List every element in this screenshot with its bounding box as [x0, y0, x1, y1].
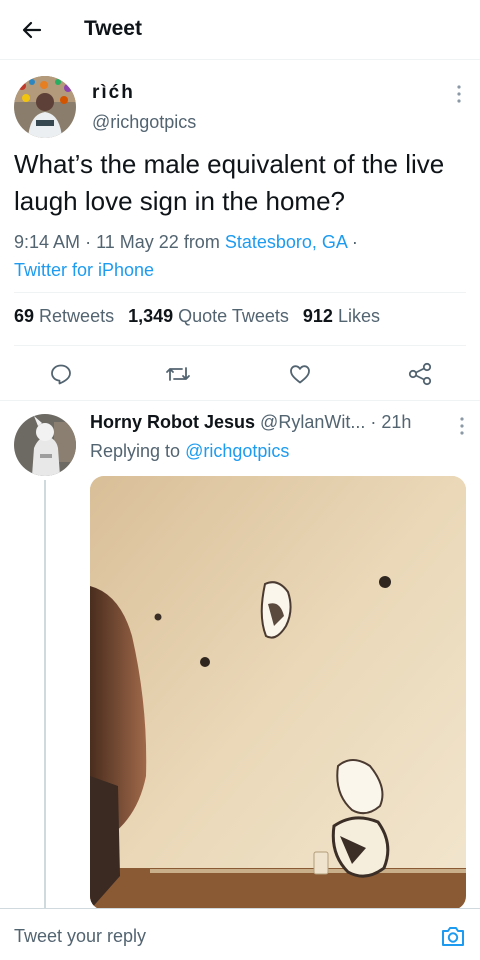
- page-title: Tweet: [84, 17, 142, 40]
- more-options-icon[interactable]: [452, 84, 466, 104]
- from-label: from: [183, 232, 220, 252]
- camera-button[interactable]: [440, 924, 466, 948]
- reply-age[interactable]: 21h: [381, 412, 411, 432]
- tweet-date[interactable]: 11 May 22: [96, 232, 179, 252]
- replying-to: Replying to @richgotpics: [90, 441, 289, 462]
- retweets-stat[interactable]: 69 Retweets: [14, 306, 114, 327]
- share-icon: [408, 362, 432, 386]
- camera-icon: [442, 927, 464, 946]
- tweet-source[interactable]: Twitter for iPhone: [14, 260, 154, 280]
- reply-button[interactable]: [47, 360, 75, 388]
- like-button[interactable]: [286, 360, 314, 388]
- tweet-time[interactable]: 9:14 AM: [14, 232, 80, 252]
- replying-prefix: Replying to: [90, 441, 181, 461]
- meta-separator: ·: [85, 232, 92, 252]
- reply-header: Horny Robot Jesus @RylanWit... · 21h: [90, 412, 460, 433]
- reply-dot: ·: [370, 412, 377, 432]
- author-handle[interactable]: @richgotpics: [92, 112, 196, 133]
- replying-to-handle[interactable]: @richgotpics: [185, 441, 289, 461]
- author-avatar[interactable]: [14, 76, 76, 138]
- share-button[interactable]: [406, 360, 434, 388]
- divider: [14, 292, 466, 293]
- thread-line: [44, 480, 46, 910]
- reply-composer: Tweet your reply: [0, 908, 480, 960]
- top-bar: Tweet: [0, 0, 480, 60]
- reply-author-avatar[interactable]: [14, 414, 76, 476]
- quote-tweets-stat[interactable]: 1,349 Quote Tweets: [128, 306, 289, 327]
- retweet-icon: [166, 367, 190, 381]
- likes-stat[interactable]: 912 Likes: [303, 306, 380, 327]
- tweet-actions: [14, 354, 466, 394]
- tweet-stats: 69 Retweets 1,349 Quote Tweets 912 Likes: [14, 306, 466, 327]
- reply-author-handle[interactable]: @RylanWit...: [260, 412, 365, 432]
- section-divider: [0, 400, 480, 401]
- tweet-meta: 9:14 AM · 11 May 22 from Statesboro, GA …: [14, 228, 466, 284]
- reply-icon: [51, 364, 71, 385]
- tweet-text: What’s the male equivalent of the live l…: [14, 149, 445, 216]
- author-name[interactable]: rìćh: [92, 82, 135, 104]
- retweet-button[interactable]: [164, 360, 192, 388]
- tweet-author: rìćh @richgotpics: [14, 76, 466, 140]
- divider: [14, 345, 466, 346]
- back-button[interactable]: [18, 16, 46, 44]
- reply-more-options-icon[interactable]: [456, 416, 468, 436]
- like-icon: [290, 365, 310, 384]
- meta-separator: ·: [351, 232, 358, 252]
- reply-input[interactable]: Tweet your reply: [14, 926, 146, 947]
- reply-author-name[interactable]: Horny Robot Jesus: [90, 412, 255, 432]
- reply-photo[interactable]: [90, 476, 466, 910]
- arrow-left-icon: [22, 21, 42, 39]
- tweet-location[interactable]: Statesboro, GA: [225, 232, 347, 252]
